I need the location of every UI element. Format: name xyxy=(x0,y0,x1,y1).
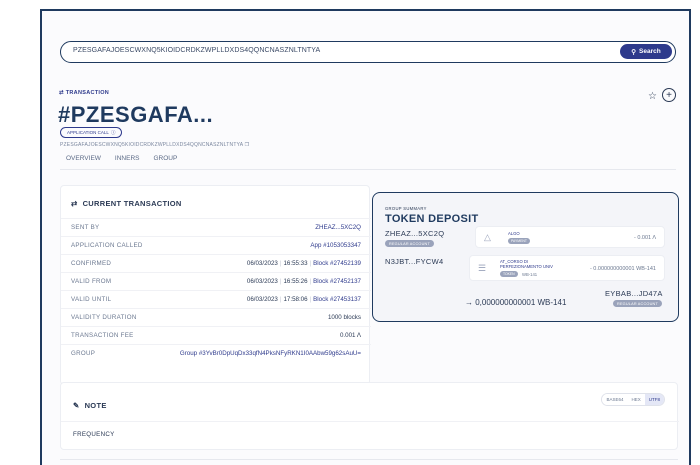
group-link[interactable]: Group #3YvBr0DpUqDx33qfN4PksNFyRKN1I0AAb… xyxy=(180,350,361,357)
account-type-badge: REGULAR ACCOUNT xyxy=(613,300,662,307)
card-heading: ⇄ CURRENT TRANSACTION xyxy=(71,199,182,208)
search-button-label: Search xyxy=(639,48,661,55)
full-transaction-id: PZESGAFAJOESCWXNQ5KIOIDCRDKZWPLLDXDS4QQN… xyxy=(60,142,250,148)
row-application-called: APPLICATION CALLED App #1053053347 xyxy=(61,236,371,254)
row-valid-until: VALID UNTIL 06/03/2023 | 17:58:06 | Block #2… xyxy=(61,290,371,308)
asset-type-badge: PAYMENT xyxy=(508,238,530,244)
search-input[interactable]: PZESGAFAJOESCWXNQ5KIOIDCRDKZWPLLDXDS4QQN… xyxy=(73,47,320,54)
encoding-utf8[interactable]: UTF8 xyxy=(644,394,664,405)
asset-name: ALGO xyxy=(508,231,520,236)
asset-token-box: ☰ AT_CORSO DI PERFEZIONAMENTO UNIV TOKEN… xyxy=(469,255,665,281)
app-frame: PZESGAFAJOESCWXNQ5KIOIDCRDKZWPLLDXDS4QQN… xyxy=(40,9,691,465)
asset-payment-box: △ ALGO PAYMENT - 0.001 Λ xyxy=(475,226,665,248)
row-sent-by: SENT BY ZHEAZ...5XC2Q xyxy=(61,218,371,236)
application-link[interactable]: App #1053053347 xyxy=(310,242,361,249)
row-confirmed: CONFIRMED 06/03/2023 | 16:55:33 | Block #274… xyxy=(61,254,371,272)
block-link[interactable]: Block #27452137 xyxy=(313,278,361,285)
algo-icon: Λ xyxy=(652,235,656,241)
asset-type-badge: TOKEN xyxy=(500,271,518,277)
row-valid-from: VALID FROM 06/03/2023 | 16:55:26 | Block #27… xyxy=(61,272,371,290)
page-title: #PZESGAFA... xyxy=(58,102,214,127)
note-card: ✎ NOTE BASE64 HEX UTF8 FREQUENCY xyxy=(60,382,679,450)
tab-inners[interactable]: INNERS xyxy=(115,155,140,164)
asset-name-line2: PERFEZIONAMENTO UNIV xyxy=(500,264,553,269)
asset-unit: WB-141 xyxy=(522,272,538,277)
tab-divider xyxy=(60,169,676,170)
block-link[interactable]: Block #27452139 xyxy=(313,260,361,267)
encoding-toggle: BASE64 HEX UTF8 xyxy=(601,393,665,406)
search-icon: ⚲ xyxy=(631,48,637,56)
account-destination[interactable]: EYBAB...JD47A xyxy=(605,289,663,298)
search-button[interactable]: ⚲ Search xyxy=(620,44,672,59)
asset-amount: - 0.001 Λ xyxy=(633,235,656,241)
token-asset-icon: ☰ xyxy=(478,263,487,273)
encoding-base64[interactable]: BASE64 xyxy=(602,394,628,405)
account-receiver[interactable]: N3JBT...FYCW4 xyxy=(385,257,444,266)
row-validity-duration: VALIDITY DURATION 1000 blocks xyxy=(61,308,371,326)
tab-overview[interactable]: OVERVIEW xyxy=(66,155,101,164)
transaction-kicker: ⇄ TRANSACTION xyxy=(59,90,110,96)
add-icon[interactable]: + xyxy=(662,88,676,102)
row-group: GROUP Group #3YvBr0DpUqDx33qfN4PksNFyRKN… xyxy=(61,344,371,362)
left-margin xyxy=(0,0,40,465)
tab-group[interactable]: GROUP xyxy=(153,155,177,164)
transfer-icon: ⇄ xyxy=(71,199,78,208)
transfer-icon: ⇄ xyxy=(59,90,64,96)
search-bar[interactable]: PZESGAFAJOESCWXNQ5KIOIDCRDKZWPLLDXDS4QQN… xyxy=(60,41,676,63)
note-divider xyxy=(61,421,679,422)
star-icon[interactable]: ☆ xyxy=(648,91,657,102)
note-content: FREQUENCY xyxy=(73,431,115,438)
block-link[interactable]: Block #27453137 xyxy=(313,296,361,303)
transfer-amount: → 0,000000000001 WB-141 xyxy=(465,298,567,307)
tab-bar: OVERVIEW INNERS GROUP xyxy=(66,155,177,164)
sender-link[interactable]: ZHEAZ...5XC2Q xyxy=(315,224,361,231)
pencil-icon: ✎ xyxy=(73,401,80,410)
current-transaction-card: ⇄ CURRENT TRANSACTION SENT BY ZHEAZ...5X… xyxy=(60,185,371,385)
copy-icon[interactable]: ❐ xyxy=(245,142,250,148)
note-heading: ✎ NOTE xyxy=(73,401,107,410)
group-summary-kicker: GROUP SUMMARY xyxy=(385,206,427,211)
algo-icon: Λ xyxy=(356,332,361,339)
algo-asset-icon: △ xyxy=(484,232,491,242)
info-icon: ⓘ xyxy=(110,129,116,135)
group-summary-title: TOKEN DEPOSIT xyxy=(385,213,479,225)
encoding-hex[interactable]: HEX xyxy=(627,394,645,405)
account-type-badge: REGULAR ACCOUNT xyxy=(385,240,434,247)
row-transaction-fee: TRANSACTION FEE 0.001 Λ xyxy=(61,326,371,344)
tx-type-badge: APPLICATION CALL ⓘ xyxy=(60,127,123,138)
account-sender[interactable]: ZHEAZ...5XC2Q xyxy=(385,229,444,238)
asset-amount: - 0.000000000001 WB-141 xyxy=(589,266,656,272)
bottom-divider xyxy=(60,459,678,460)
